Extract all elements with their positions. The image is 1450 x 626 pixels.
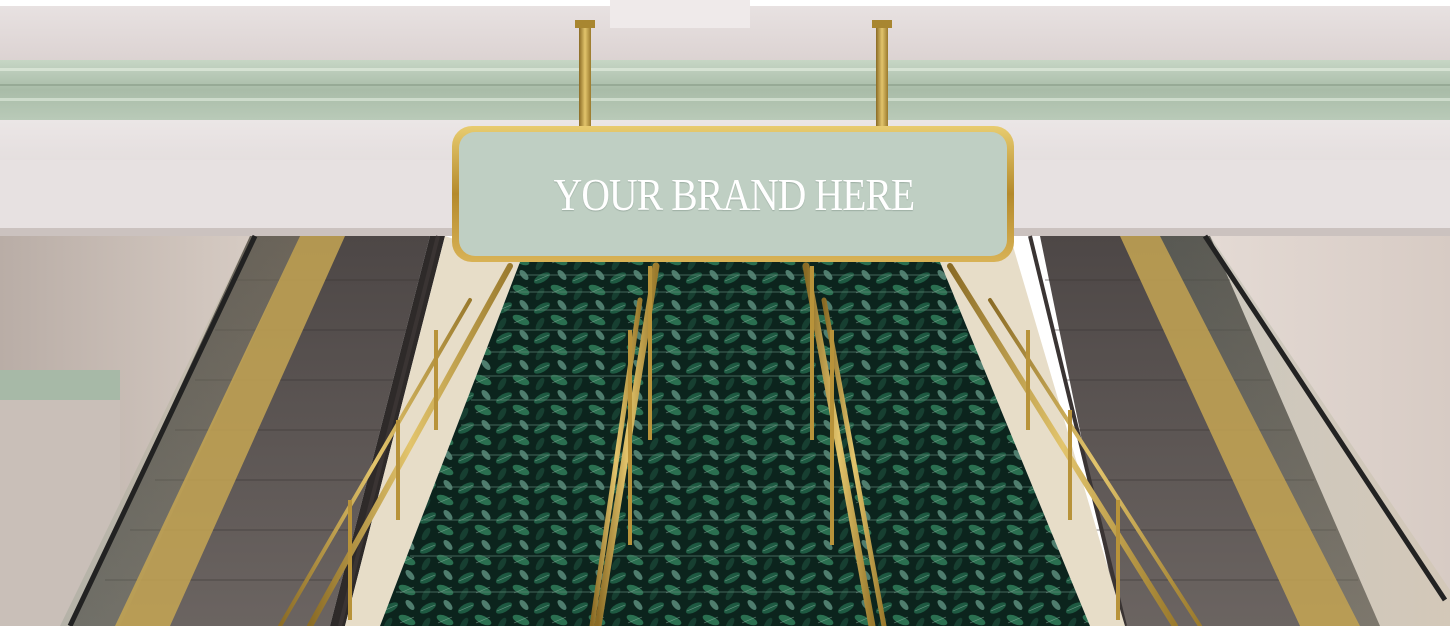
brand-sign-text: YOUR BRAND HERE [553, 168, 916, 220]
escalator-stair-scene: YOUR BRAND HERE [0, 0, 1450, 626]
scene-illustration [0, 0, 1450, 626]
